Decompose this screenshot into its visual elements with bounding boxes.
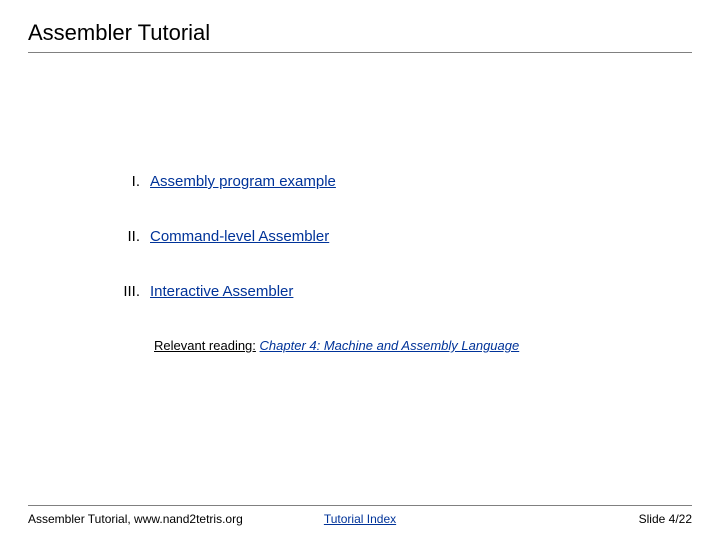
footer-source: Assembler Tutorial, www.nand2tetris.org	[28, 512, 243, 526]
reading-label: Relevant reading:	[154, 338, 256, 353]
footer-row: Assembler Tutorial, www.nand2tetris.org …	[28, 512, 692, 526]
toc-link-assembly-example[interactable]: Assembly program example	[150, 173, 336, 190]
toc-item-1: I. Assembly program example	[112, 173, 692, 190]
toc-number: III.	[112, 283, 140, 300]
toc-number: II.	[112, 228, 140, 245]
toc-link-interactive[interactable]: Interactive Assembler	[150, 283, 293, 300]
toc-link-command-level[interactable]: Command-level Assembler	[150, 228, 329, 245]
tutorial-index-link[interactable]: Tutorial Index	[324, 512, 396, 526]
relevant-reading: Relevant reading: Chapter 4: Machine and…	[154, 338, 692, 353]
footer: Assembler Tutorial, www.nand2tetris.org …	[28, 505, 692, 526]
footer-divider	[28, 505, 692, 506]
toc-item-3: III. Interactive Assembler	[112, 283, 692, 300]
page-title: Assembler Tutorial	[28, 20, 692, 50]
toc-list: I. Assembly program example II. Command-…	[112, 173, 692, 300]
toc-number: I.	[112, 173, 140, 190]
slide-counter: Slide 4/22	[639, 512, 692, 526]
toc-item-2: II. Command-level Assembler	[112, 228, 692, 245]
slide: Assembler Tutorial I. Assembly program e…	[0, 0, 720, 540]
reading-link-chapter-4[interactable]: Chapter 4: Machine and Assembly Language	[260, 338, 520, 353]
content-area: I. Assembly program example II. Command-…	[28, 53, 692, 353]
